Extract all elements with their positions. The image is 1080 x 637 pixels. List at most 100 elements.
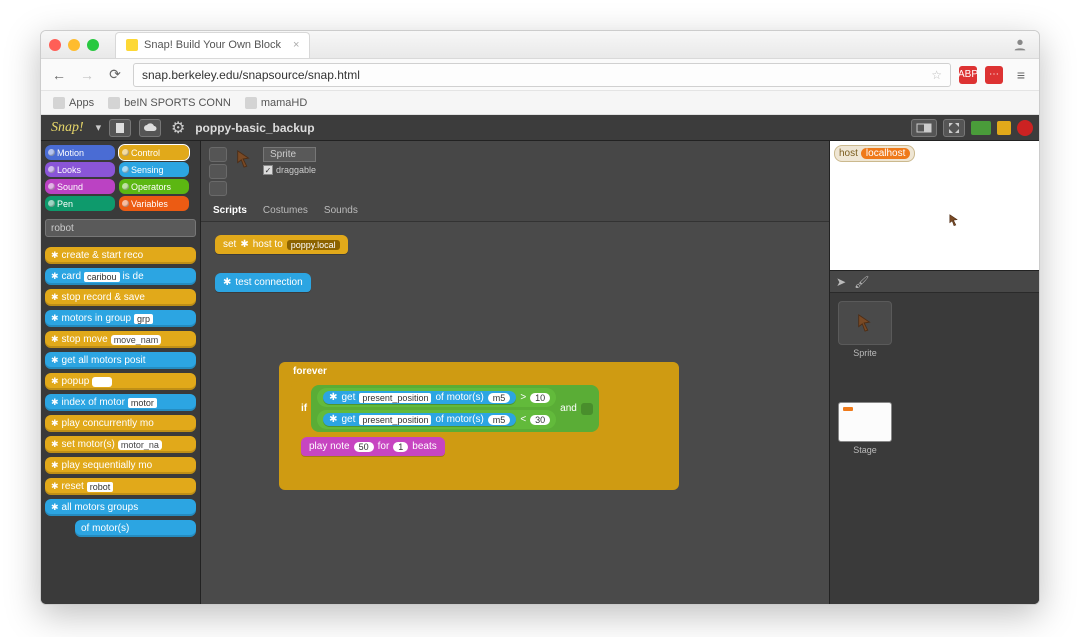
gear-icon[interactable]: ⚙	[169, 119, 187, 137]
forever-block[interactable]: forever if ✱getpresent_positionof motor(…	[279, 362, 679, 490]
block-set-host[interactable]: set✱host topoppy.local	[215, 234, 348, 254]
if-block[interactable]: if ✱getpresent_positionof motor(s)m5 >10	[301, 385, 671, 432]
sprite-thumbnail[interactable]: Sprite	[838, 301, 892, 358]
apps-bookmark[interactable]: Apps	[53, 97, 94, 109]
block-card[interactable]: ✱cardcaribouis de	[45, 268, 196, 285]
rot-flip-button[interactable]	[209, 164, 227, 179]
sprite-header: Sprite ✓ draggable	[201, 141, 829, 202]
empty-slot[interactable]	[581, 403, 593, 415]
sprite-corral: ➤ 🖌 Sprite Stage	[830, 271, 1039, 604]
cat-variables[interactable]: Variables	[119, 196, 189, 211]
block-test-connection[interactable]: ✱test connection	[215, 272, 311, 292]
close-icon[interactable]	[49, 39, 61, 51]
block-set-motor[interactable]: ✱set motor(s)motor_na	[45, 436, 196, 453]
center-panel: Sprite ✓ draggable Scripts Costumes Soun…	[201, 141, 829, 604]
new-sprite-icon[interactable]: 🖌	[854, 275, 869, 289]
and-block[interactable]: ✱getpresent_positionof motor(s)m5 >10 ✱g…	[311, 385, 599, 432]
sprite-label: Sprite	[838, 348, 892, 358]
url-bar[interactable]: snap.berkeley.edu/snapsource/snap.html ☆	[133, 63, 951, 87]
cat-sound[interactable]: Sound	[45, 179, 115, 194]
sprite-icon	[856, 312, 874, 334]
tab-sounds[interactable]: Sounds	[322, 202, 360, 221]
paint-sprite-icon[interactable]: ➤	[836, 275, 846, 289]
rotation-style	[209, 147, 227, 196]
user-icon[interactable]	[1009, 34, 1031, 56]
editor-tabs: Scripts Costumes Sounds	[201, 202, 829, 222]
snap-app: Snap! ▾ ⚙ poppy-basic_backup Motion Cont…	[41, 115, 1039, 604]
block-reset[interactable]: ✱resetrobot	[45, 478, 196, 495]
green-flag-button[interactable]	[971, 121, 991, 135]
sprite-thumbnail-icon	[235, 147, 255, 171]
back-button[interactable]: ←	[49, 67, 69, 83]
apps-icon	[53, 97, 65, 109]
app-top-bar: Snap! ▾ ⚙ poppy-basic_backup	[41, 115, 1039, 141]
nav-toolbar: ← → ⟳ snap.berkeley.edu/snapsource/snap.…	[41, 59, 1039, 91]
tab-costumes[interactable]: Costumes	[261, 202, 310, 221]
block-index-motor[interactable]: ✱index of motormotor	[45, 394, 196, 411]
fullscreen-button[interactable]	[943, 119, 965, 137]
favicon-icon	[126, 39, 138, 51]
close-tab-icon[interactable]: ×	[293, 39, 299, 51]
block-popup[interactable]: ✱popup	[45, 373, 196, 390]
cat-operators[interactable]: Operators	[119, 179, 189, 194]
block-create-record[interactable]: ✱create & start reco	[45, 247, 196, 264]
browser-tab[interactable]: Snap! Build Your Own Block ×	[115, 32, 310, 58]
snap-logo[interactable]: Snap!	[47, 120, 88, 136]
scripting-area[interactable]: set✱host topoppy.local ✱test connection …	[201, 222, 829, 604]
cat-sensing[interactable]: Sensing	[119, 162, 189, 177]
block-play-concurrently[interactable]: ✱play concurrently mo	[45, 415, 196, 432]
play-note-block[interactable]: play note50for1beats	[301, 436, 671, 456]
block-motors-group[interactable]: ✱motors in groupgrp	[45, 310, 196, 327]
bein-bookmark[interactable]: beIN SPORTS CONN	[108, 97, 231, 109]
browser-window: Snap! Build Your Own Block × ← → ⟳ snap.…	[40, 30, 1040, 605]
cond-gt[interactable]: ✱getpresent_positionof motor(s)m5 >10	[317, 388, 556, 407]
cat-looks[interactable]: Looks	[45, 162, 115, 177]
corral-toolbar: ➤ 🖌	[830, 271, 1039, 293]
file-button[interactable]	[109, 119, 131, 137]
project-title: poppy-basic_backup	[195, 121, 314, 135]
bookmark-icon	[245, 97, 257, 109]
block-stop-move[interactable]: ✱stop movemove_nam	[45, 331, 196, 348]
star-icon[interactable]: ☆	[931, 68, 942, 82]
stage-thumbnail[interactable]: Stage	[838, 402, 892, 455]
palette-block-list: ✱create & start reco ✱cardcaribouis de ✱…	[41, 241, 200, 604]
categories: Motion Control Looks Sensing Sound Opera…	[41, 141, 200, 215]
traffic-lights	[49, 39, 99, 51]
block-get-all-motors[interactable]: ✱get all motors posit	[45, 352, 196, 369]
cloud-button[interactable]	[139, 119, 161, 137]
chevron-down-icon[interactable]: ▾	[96, 121, 102, 134]
menu-icon[interactable]: ≡	[1011, 67, 1031, 83]
cat-pen[interactable]: Pen	[45, 196, 115, 211]
search-input[interactable]: robot	[45, 219, 196, 237]
sprite-name-input[interactable]: Sprite	[263, 147, 316, 162]
stop-button[interactable]	[1017, 120, 1033, 136]
app-body: Motion Control Looks Sensing Sound Opera…	[41, 141, 1039, 604]
block-palette: Motion Control Looks Sensing Sound Opera…	[41, 141, 201, 604]
extension-icon[interactable]: ⋯	[985, 66, 1003, 84]
block-stop-record[interactable]: ✱stop record & save	[45, 289, 196, 306]
host-watcher[interactable]: hostlocalhost	[834, 145, 915, 162]
cond-lt[interactable]: ✱getpresent_positionof motor(s)m5 <30	[317, 410, 556, 429]
url-text: snap.berkeley.edu/snapsource/snap.html	[142, 68, 360, 82]
tab-scripts[interactable]: Scripts	[211, 202, 249, 221]
titlebar: Snap! Build Your Own Block ×	[41, 31, 1039, 59]
rot-360-button[interactable]	[209, 147, 227, 162]
block-of-motor[interactable]: of motor(s)	[75, 520, 196, 537]
draggable-checkbox[interactable]: ✓ draggable	[263, 165, 316, 175]
zoom-icon[interactable]	[87, 39, 99, 51]
bookmarks-bar: Apps beIN SPORTS CONN mamaHD	[41, 91, 1039, 115]
cat-motion[interactable]: Motion	[45, 145, 115, 160]
stage[interactable]: hostlocalhost	[830, 141, 1039, 271]
small-stage-button[interactable]	[911, 119, 937, 137]
sprite-on-stage-icon[interactable]	[948, 213, 960, 227]
forward-button[interactable]: →	[77, 67, 97, 83]
mama-bookmark[interactable]: mamaHD	[245, 97, 307, 109]
rot-none-button[interactable]	[209, 181, 227, 196]
cat-control[interactable]: Control	[119, 145, 189, 160]
adblock-icon[interactable]: ABP	[959, 66, 977, 84]
block-all-motors-groups[interactable]: ✱all motors groups	[45, 499, 196, 516]
block-play-sequentially[interactable]: ✱play sequentially mo	[45, 457, 196, 474]
reload-button[interactable]: ⟳	[105, 66, 125, 83]
minimize-icon[interactable]	[68, 39, 80, 51]
pause-button[interactable]	[997, 121, 1011, 135]
